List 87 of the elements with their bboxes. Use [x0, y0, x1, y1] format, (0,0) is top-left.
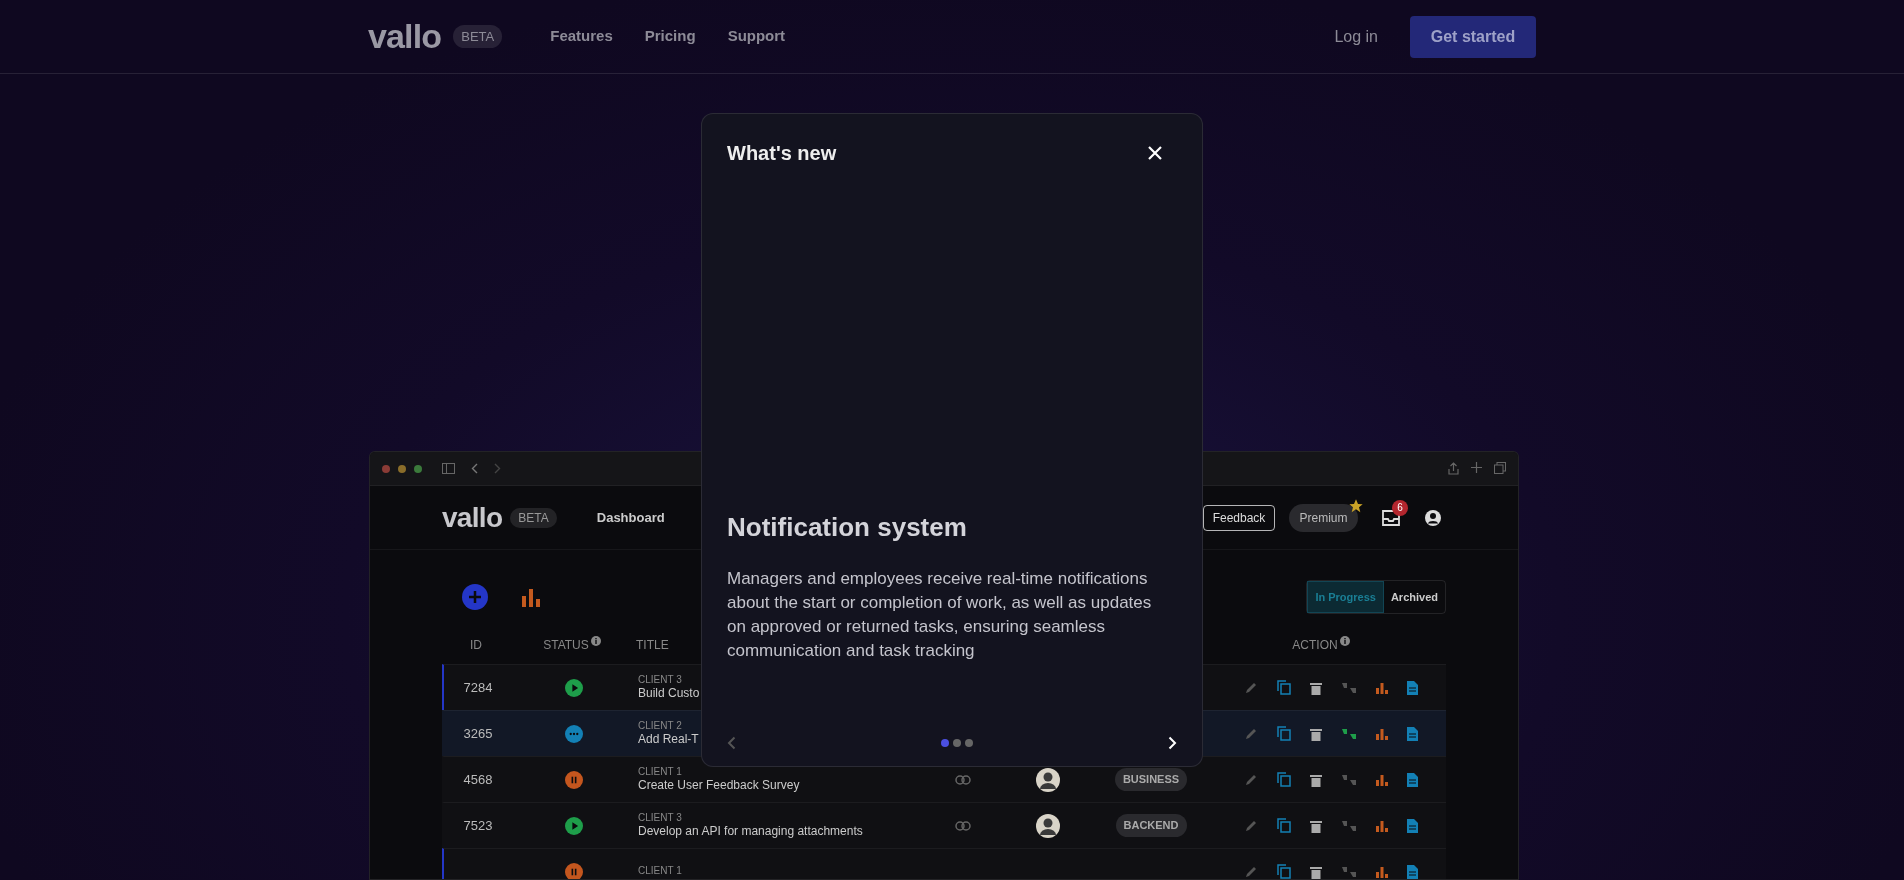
next-icon[interactable]	[1168, 736, 1177, 750]
beta-badge: BETA	[453, 24, 503, 49]
client-label: CLIENT 3	[638, 673, 682, 687]
pause-icon[interactable]	[565, 862, 583, 879]
category-tag: BUSINESS	[1114, 768, 1188, 791]
delete-icon[interactable]	[1310, 772, 1322, 787]
client-label: CLIENT 1	[638, 865, 682, 878]
document-icon[interactable]	[1407, 818, 1418, 833]
copy-icon[interactable]	[1277, 772, 1291, 787]
copy-icon[interactable]	[1277, 726, 1291, 741]
feature-description: Managers and employees receive real-time notifications about the start or completion of work, as well as updates on approved or returned tasks, ensuring seamless communication and task tracking	[727, 568, 1153, 662]
id-cell-text: 7523	[463, 816, 493, 835]
edit-icon[interactable]	[1244, 772, 1258, 787]
sidebar-icon[interactable]	[442, 463, 455, 474]
delete-icon[interactable]	[1310, 680, 1322, 695]
document-icon[interactable]	[1407, 680, 1418, 695]
task-title: Add Real-T	[638, 732, 699, 748]
column-header: TITLE	[636, 637, 669, 654]
info-icon	[590, 636, 601, 646]
column-header: STATUS	[543, 637, 589, 654]
inbox-icon[interactable]	[1382, 509, 1400, 526]
pause-icon[interactable]	[565, 770, 583, 789]
star-icon	[1348, 497, 1364, 514]
edit-icon[interactable]	[1244, 726, 1258, 741]
edit-icon[interactable]	[1244, 680, 1258, 695]
delete-icon[interactable]	[1310, 726, 1322, 741]
client-label: CLIENT 2	[638, 719, 682, 733]
window-dot-icon[interactable]	[414, 464, 422, 473]
close-icon[interactable]	[1148, 146, 1162, 160]
dialog-title: What's new	[727, 141, 837, 166]
document-icon[interactable]	[1407, 864, 1418, 879]
link-icon[interactable]	[955, 774, 971, 785]
client-label: CLIENT 1	[638, 765, 682, 779]
tabs-icon[interactable]	[1494, 462, 1506, 474]
column-header: ACTION	[1292, 637, 1338, 654]
id-cell-text: 7284	[463, 678, 493, 697]
add-icon[interactable]	[462, 584, 488, 610]
logo[interactable]: vallo	[368, 11, 442, 62]
link-icon[interactable]	[955, 820, 971, 831]
previous-icon[interactable]	[727, 736, 736, 750]
nav-link[interactable]: Support	[727, 25, 786, 48]
window-dot-icon[interactable]	[382, 464, 390, 473]
back-icon[interactable]	[471, 463, 478, 474]
play-icon[interactable]	[565, 816, 583, 835]
premium-button[interactable]: Premium	[1289, 503, 1358, 532]
task-title: Create User Feedback Survey	[638, 778, 800, 794]
nav-link[interactable]: Pricing	[644, 25, 696, 48]
login-link[interactable]: Log in	[1334, 24, 1378, 49]
user-icon[interactable]	[1424, 508, 1442, 527]
window-dot-icon[interactable]	[398, 464, 406, 473]
plus-icon[interactable]	[1471, 462, 1482, 473]
document-icon[interactable]	[1407, 772, 1418, 787]
bar-chart-icon[interactable]	[1376, 727, 1388, 740]
client-label: CLIENT 3	[638, 811, 682, 825]
copy-icon[interactable]	[1277, 864, 1291, 879]
bar-chart-icon[interactable]	[1376, 773, 1388, 786]
play-icon[interactable]	[565, 678, 583, 697]
copy-icon[interactable]	[1277, 818, 1291, 833]
filter-tab[interactable]: Archived	[1383, 581, 1445, 613]
bar-chart-icon[interactable]	[1376, 865, 1388, 878]
id-cell-text: 3265	[463, 724, 493, 743]
app-logo[interactable]: vallo	[442, 496, 503, 539]
info-icon	[1339, 636, 1350, 646]
app-nav-link[interactable]: Dashboard	[596, 507, 665, 528]
bar-chart-icon[interactable]	[1376, 819, 1388, 832]
more-icon[interactable]	[565, 724, 583, 743]
column-header: ID	[470, 637, 482, 654]
get-started-button[interactable]: Get started	[1410, 15, 1536, 58]
task-title: Develop an API for managing attachments	[638, 824, 863, 840]
bar-chart-icon[interactable]	[1376, 681, 1388, 694]
app-beta-badge: BETA	[510, 507, 557, 528]
bar-chart-icon[interactable]	[521, 587, 541, 607]
category-tag: BACKEND	[1115, 814, 1187, 837]
feature-heading: Notification system	[727, 511, 968, 544]
delete-icon[interactable]	[1310, 818, 1322, 833]
edit-icon[interactable]	[1244, 818, 1258, 833]
task-title: Build Custo	[638, 686, 700, 702]
edit-icon[interactable]	[1244, 864, 1258, 879]
id-cell-text: 4568	[463, 770, 493, 789]
share-icon[interactable]	[1448, 462, 1459, 475]
notification-count-badge: 6	[1392, 499, 1408, 516]
table-row[interactable]: CLIENT 1	[442, 848, 1446, 879]
document-icon[interactable]	[1407, 726, 1418, 741]
table-row[interactable]: 7523 CLIENT 3 Develop an API for managing attachments BACKEND	[442, 802, 1446, 848]
delete-icon[interactable]	[1310, 864, 1322, 879]
nav-link[interactable]: Features	[550, 25, 613, 48]
copy-icon[interactable]	[1277, 680, 1291, 695]
